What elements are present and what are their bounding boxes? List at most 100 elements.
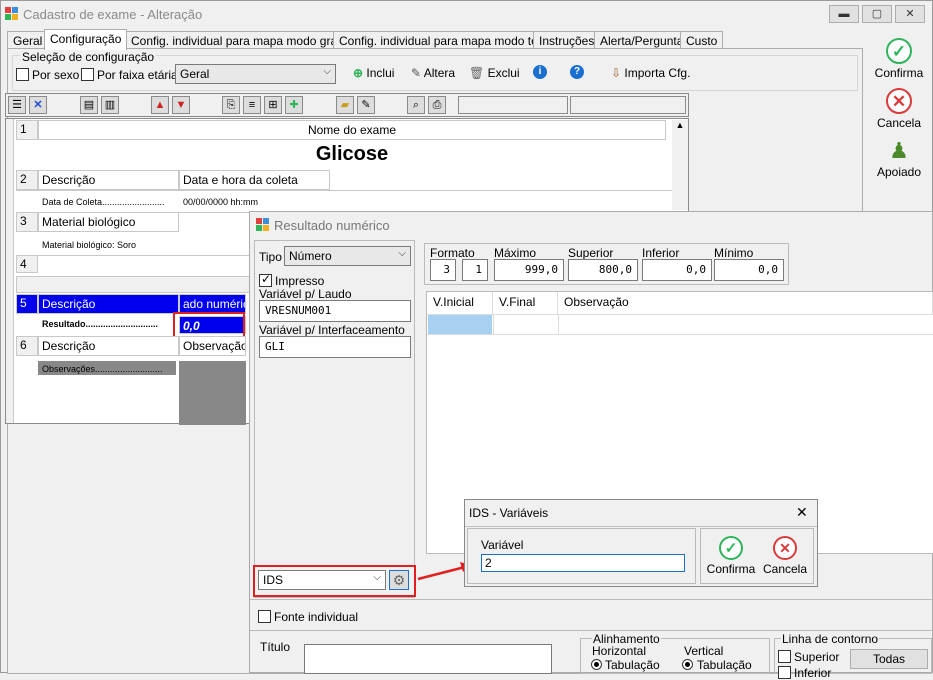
import-button[interactable]: ⇩ Importa Cfg. [611, 66, 690, 80]
check-icon: ✓ [719, 536, 743, 560]
help-icon[interactable]: ? [570, 65, 584, 79]
variable-input[interactable]: 2 [481, 554, 685, 572]
type-combo[interactable]: Número ⌵ [284, 246, 411, 266]
all-borders-button[interactable]: Todas [850, 649, 928, 669]
tab-custo[interactable]: Custo [680, 31, 724, 49]
open-folder-icon[interactable]: ▰ [336, 96, 354, 114]
row-number: 2 [16, 170, 38, 190]
edit-label: Altera [423, 66, 456, 80]
move-down-icon[interactable]: ▼ [172, 96, 190, 114]
dialog-confirm-button[interactable]: ✓ Confirma [705, 536, 757, 576]
print-icon[interactable]: ⎙ [428, 96, 446, 114]
border-bottom-label: Inferior [794, 666, 832, 680]
add-rows-icon[interactable]: ☰ [8, 96, 26, 114]
copy-icon[interactable]: ⎘ [222, 96, 240, 114]
grid-toolbar: ☰ ✕ ▤ ▥ ▲ ▼ ⎘ ≡ ⊞ ✚ ▰ ✎ ⌕ ⎙ [5, 93, 689, 117]
format-integer-input[interactable]: 3 [430, 259, 456, 281]
border-top-checkbox[interactable] [778, 650, 791, 663]
grid-scrollbar[interactable]: ▲ [672, 120, 688, 210]
split-horizontal-icon[interactable]: ▤ [80, 96, 98, 114]
config-combo[interactable]: Geral ⌵ [175, 64, 336, 84]
add-button[interactable]: ⊕ Inclui [353, 66, 394, 80]
upper-input[interactable]: 800,0 [568, 259, 638, 281]
dialog-cancel-button[interactable]: ✕ Cancela [759, 536, 811, 576]
row-divider [427, 334, 933, 335]
app-icon [256, 218, 270, 232]
max-input[interactable]: 999,0 [494, 259, 564, 281]
minimize-button[interactable]: ▬ [829, 5, 859, 23]
tab-geral[interactable]: Geral [7, 31, 49, 49]
dialog-close-button[interactable]: ✕ [796, 504, 808, 521]
ids-highlight [253, 565, 416, 597]
report-variable-input[interactable]: VRESNUM001 [259, 300, 411, 322]
vertical-radio[interactable] [682, 659, 693, 670]
x-circle-icon: ✕ [886, 88, 912, 114]
trash-icon: 🗑 [469, 66, 485, 80]
min-input[interactable]: 0,0 [714, 259, 784, 281]
tab-alerta[interactable]: Alerta/Pergunta [594, 31, 690, 49]
by-sex-checkbox[interactable] [16, 68, 29, 81]
row-number: 1 [16, 120, 38, 140]
edit-field-icon[interactable]: ✎ [357, 96, 375, 114]
window-title: Cadastro de exame - Alteração [23, 7, 203, 22]
info-icon[interactable]: i [533, 65, 547, 79]
row-divider [16, 190, 672, 191]
delete-row-icon[interactable]: ✕ [29, 96, 47, 114]
custom-font-label: Fonte individual [274, 610, 359, 624]
zoom-icon[interactable]: ⌕ [407, 96, 425, 114]
vertical-value: Tabulação [697, 658, 752, 672]
delete-button[interactable]: 🗑 Exclui [469, 66, 520, 80]
grid-gutter [6, 119, 14, 423]
row-number: 4 [16, 255, 38, 273]
row2-sub-label: Data de Coleta......................... [38, 194, 179, 210]
title-bar: Cadastro de exame - Alteração ▬ ▢ ✕ [1, 1, 932, 27]
min-label: Mínimo [714, 246, 754, 260]
plus-icon: ⊕ [353, 66, 364, 80]
tab-instrucoes[interactable]: Instruções [533, 31, 601, 49]
max-label: Máximo [494, 246, 537, 260]
chevron-down-icon: ⌵ [323, 66, 331, 77]
printed-label: Impresso [275, 274, 325, 288]
cancel-button[interactable]: ✕ Cancela [867, 88, 931, 130]
tab-config-grafico[interactable]: Config. individual para mapa modo gráfic… [125, 31, 362, 49]
insert-icon[interactable]: ⊞ [264, 96, 282, 114]
dialog-title: IDS - Variáveis [469, 506, 549, 520]
tab-configuracao[interactable]: Configuração [44, 29, 128, 50]
row5-desc: Descrição [38, 294, 179, 314]
person-icon: ♟ [889, 138, 909, 163]
maximize-button[interactable]: ▢ [862, 5, 892, 23]
row6-desc: Descrição [38, 336, 179, 356]
chevron-up-icon: ▲ [675, 120, 685, 130]
title-textarea[interactable] [304, 644, 552, 674]
split-vertical-icon[interactable]: ▥ [101, 96, 119, 114]
custom-font-checkbox[interactable] [258, 610, 271, 623]
row2-collect-date: Data e hora da coleta [179, 170, 330, 190]
lower-input[interactable]: 0,0 [642, 259, 712, 281]
printed-checkbox[interactable] [259, 272, 272, 287]
format-decimal-input[interactable]: 1 [462, 259, 488, 281]
selected-cell[interactable] [428, 315, 492, 334]
add-field-icon[interactable]: ✚ [285, 96, 303, 114]
close-button[interactable]: ✕ [895, 5, 925, 23]
dialog-confirm-label: Confirma [706, 562, 756, 576]
by-age-label: Por faixa etária [97, 68, 178, 82]
support-button[interactable]: ♟ Apoiado [867, 137, 931, 179]
list-icon[interactable]: ≡ [243, 96, 261, 114]
toolbar-spacer-2 [570, 96, 686, 114]
by-sex-label: Por sexo [32, 68, 80, 82]
interface-variable-input[interactable]: GLI [259, 336, 411, 358]
interface-variable-label: Variável p/ Interfaceamento [259, 323, 405, 337]
by-age-checkbox[interactable] [81, 68, 94, 81]
row-number: 3 [16, 212, 38, 232]
tab-config-texto[interactable]: Config. individual para mapa modo texto [333, 31, 560, 49]
numeric-result-window: Resultado numérico Tipo Número ⌵ Impress… [249, 211, 933, 680]
row3-material: Material biológico [38, 212, 179, 232]
col-observation: Observação [558, 292, 933, 314]
edit-button[interactable]: ✎ Altera [411, 66, 455, 80]
import-label: Importa Cfg. [624, 66, 691, 80]
horizontal-radio[interactable] [591, 659, 602, 670]
confirm-button[interactable]: ✓ Confirma [867, 38, 931, 80]
move-up-icon[interactable]: ▲ [151, 96, 169, 114]
section-divider [250, 599, 933, 600]
config-selection-label: Seleção de configuração [20, 50, 157, 64]
